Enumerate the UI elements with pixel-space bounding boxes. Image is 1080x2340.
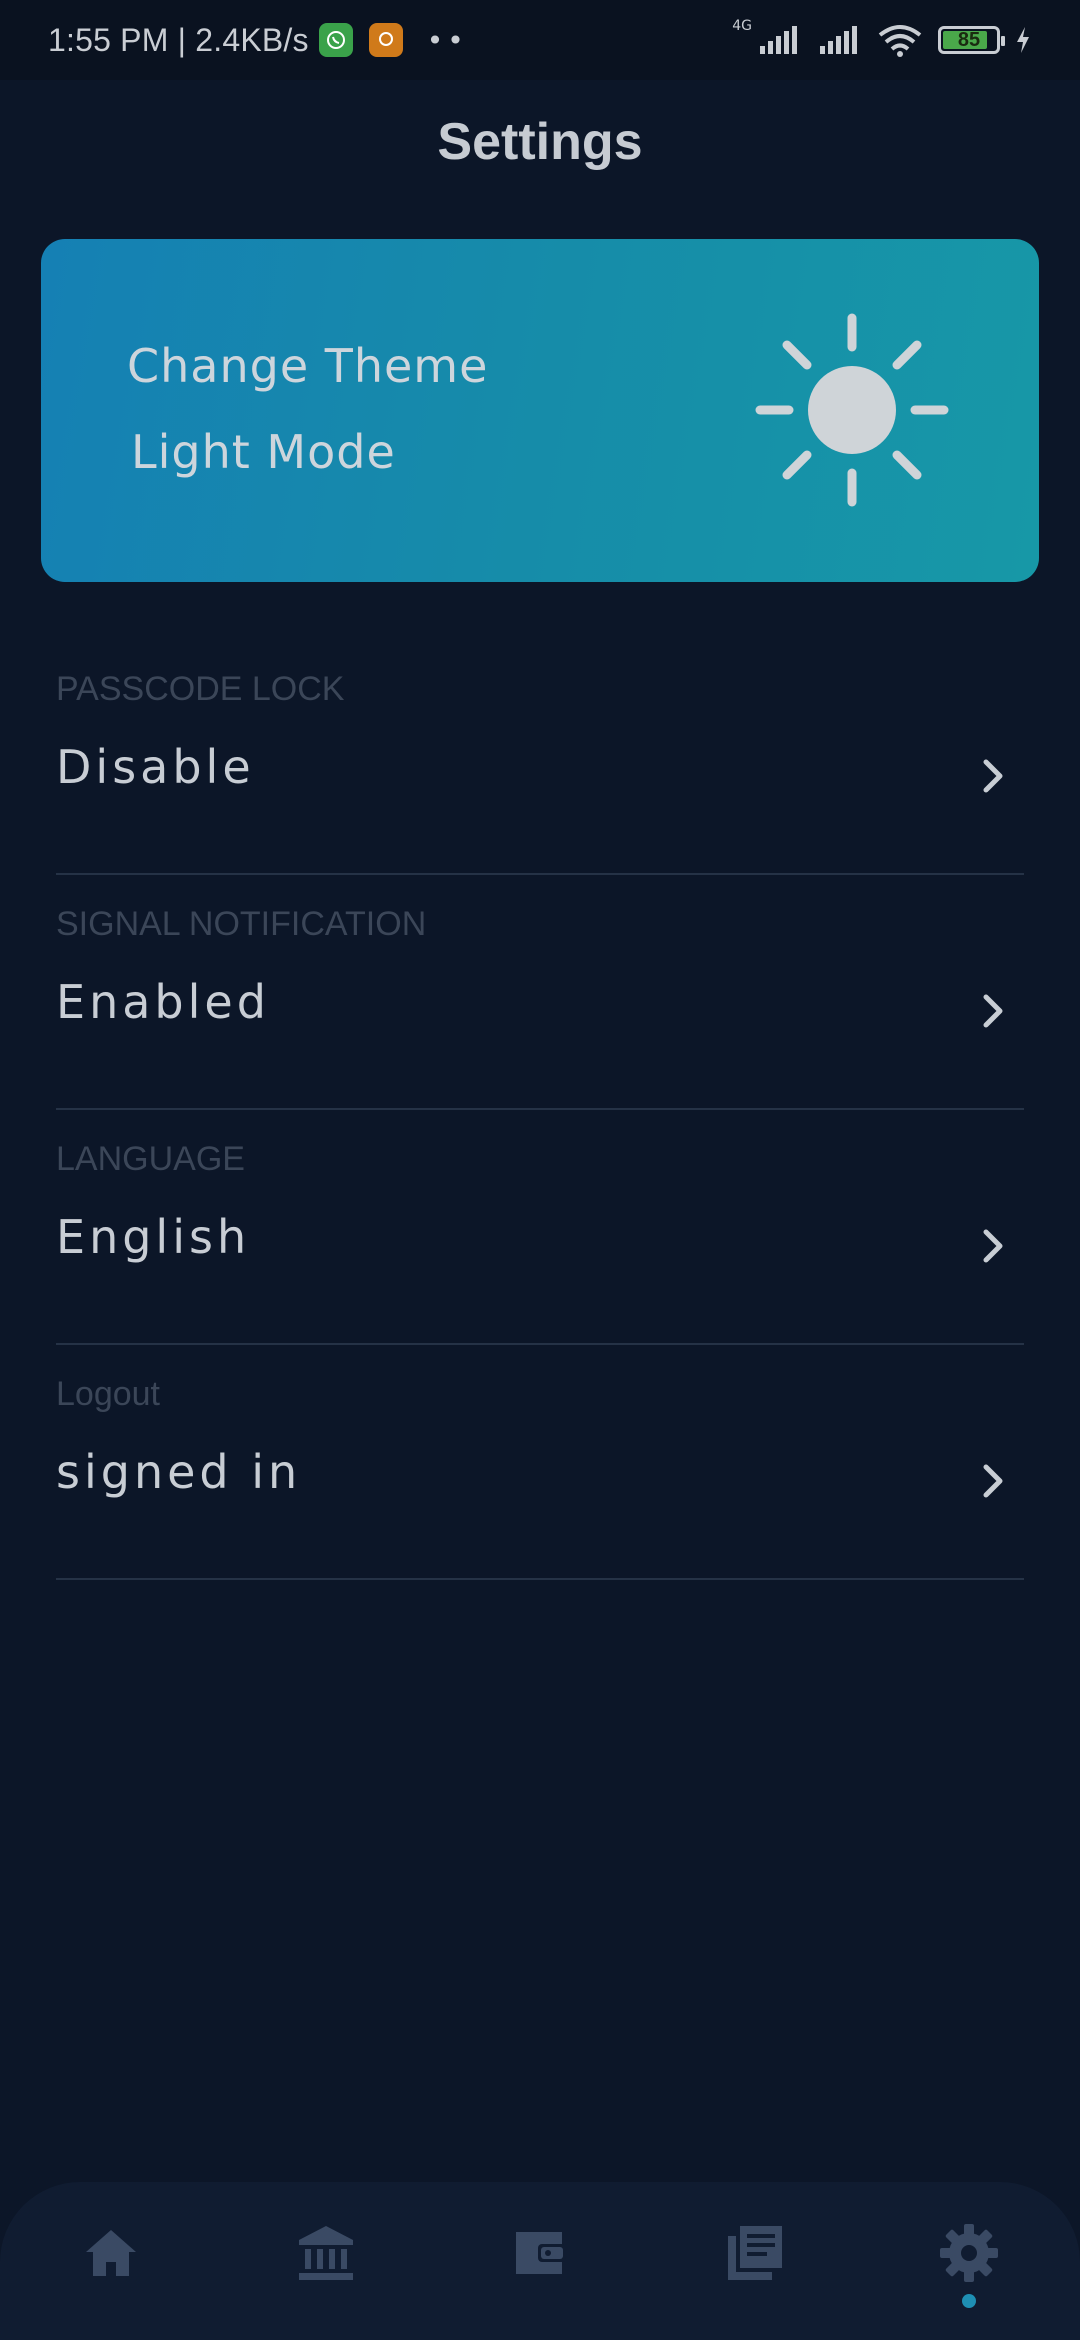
notification-app-icon xyxy=(368,23,403,57)
setting-language[interactable]: LANGUAGE English xyxy=(56,1110,1024,1345)
setting-passcode-lock[interactable]: PASSCODE LOCK Disable xyxy=(56,640,1024,875)
setting-label: SIGNAL NOTIFICATION xyxy=(56,905,427,943)
nav-home[interactable] xyxy=(56,2212,166,2322)
wallet-icon xyxy=(516,2232,566,2274)
gear-icon xyxy=(940,2224,998,2282)
setting-value: signed in xyxy=(56,1445,302,1499)
change-theme-card[interactable]: Change Theme Light Mode xyxy=(41,239,1039,582)
theme-card-title: Change Theme xyxy=(127,339,489,393)
news-icon xyxy=(728,2226,782,2280)
settings-list: PASSCODE LOCK Disable SIGNAL NOTIFICATIO… xyxy=(56,640,1024,1580)
network-type: 4G xyxy=(732,18,752,34)
theme-mode-label: Light Mode xyxy=(131,425,396,479)
chevron-right-icon xyxy=(983,1229,1003,1263)
chevron-right-icon xyxy=(983,994,1003,1028)
setting-label: PASSCODE LOCK xyxy=(56,670,345,708)
charging-icon xyxy=(1017,27,1029,53)
battery-icon: 85 xyxy=(938,26,1005,54)
signal-icon-2 xyxy=(820,26,857,54)
setting-value: English xyxy=(56,1210,251,1264)
setting-label: Logout xyxy=(56,1375,160,1413)
settings-screen: 1:55 PM | 2.4KB/s •• 4G 85 Settings Chan… xyxy=(0,0,1080,2340)
setting-signal-notification[interactable]: SIGNAL NOTIFICATION Enabled xyxy=(56,875,1024,1110)
nav-wallet[interactable] xyxy=(486,2212,596,2322)
setting-value: Disable xyxy=(56,740,255,794)
setting-logout[interactable]: Logout signed in xyxy=(56,1345,1024,1580)
nav-news[interactable] xyxy=(700,2212,810,2322)
setting-label: LANGUAGE xyxy=(56,1140,245,1178)
wifi-icon xyxy=(878,25,922,57)
bottom-nav xyxy=(0,2182,1080,2340)
more-notifications-icon: •• xyxy=(426,23,468,57)
bank-icon xyxy=(299,2226,353,2280)
status-time: 1:55 PM | 2.4KB/s xyxy=(48,21,309,58)
signal-icon-1 xyxy=(760,26,797,54)
home-icon xyxy=(86,2230,136,2276)
whatsapp-icon xyxy=(318,23,353,57)
status-bar: 1:55 PM | 2.4KB/s •• 4G 85 xyxy=(0,0,1080,80)
page-title: Settings xyxy=(437,113,643,171)
battery-level: 85 xyxy=(957,28,981,51)
status-icons: 4G 85 xyxy=(732,18,1032,57)
active-nav-indicator xyxy=(962,2294,976,2308)
nav-bank[interactable] xyxy=(271,2212,381,2322)
chevron-right-icon xyxy=(983,759,1003,793)
chevron-right-icon xyxy=(983,1464,1003,1498)
sun-icon xyxy=(755,313,949,507)
setting-value: Enabled xyxy=(56,975,270,1029)
